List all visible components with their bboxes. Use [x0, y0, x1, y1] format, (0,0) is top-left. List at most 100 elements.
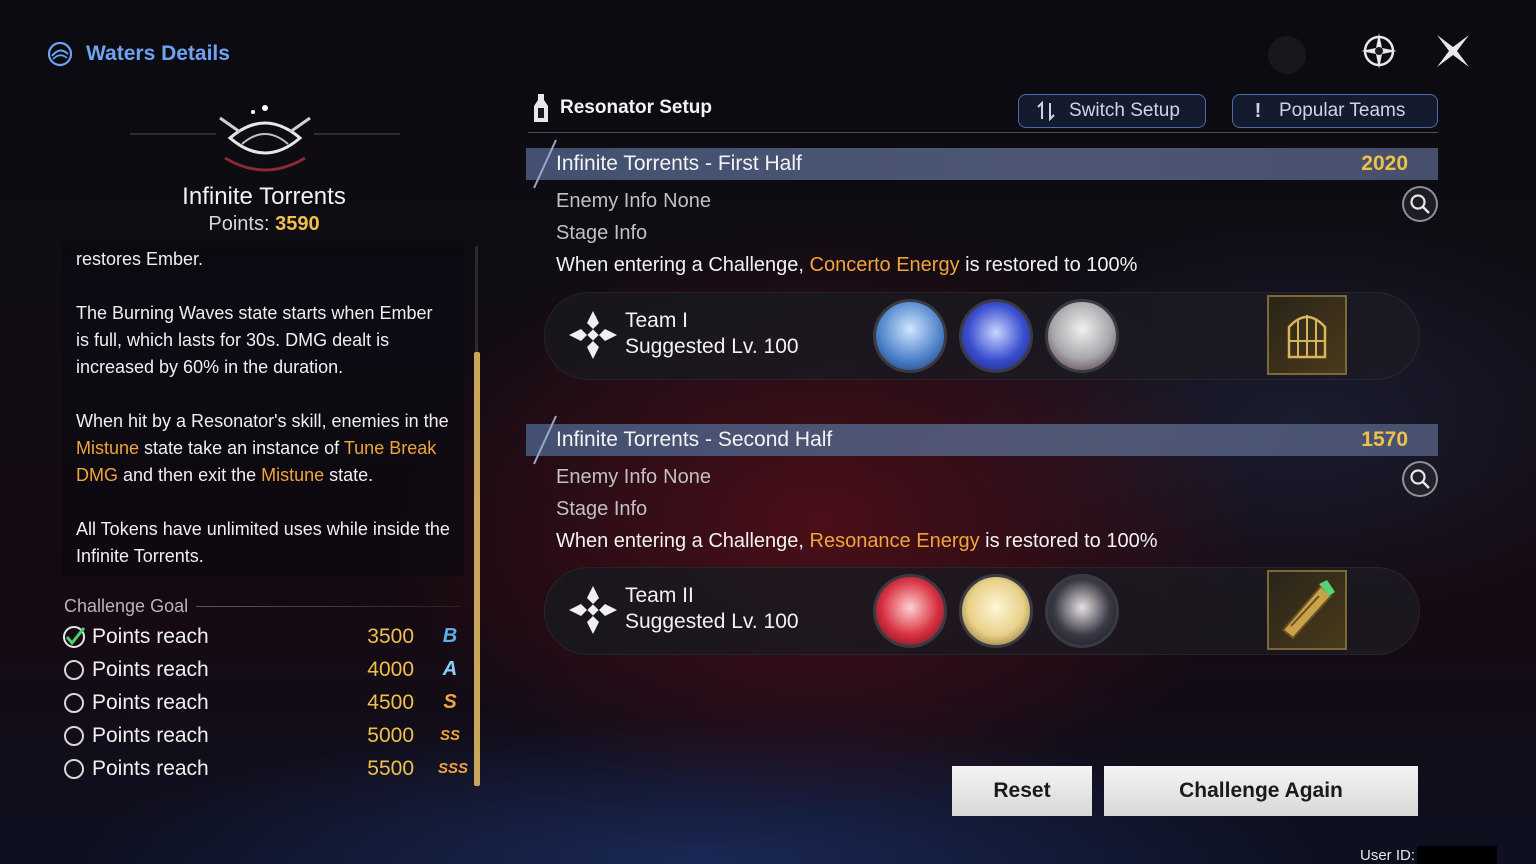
- popular-teams-button[interactable]: ! Popular Teams: [1232, 94, 1438, 128]
- stage-info-label: Stage Info: [556, 498, 648, 520]
- challenge-goal-list: Points reach 3500 B Points reach 4000 A Points…: [62, 620, 469, 785]
- resonator-setup-title: Resonator Setup: [560, 97, 713, 118]
- enemy-info: Enemy Info None: [556, 190, 711, 212]
- goal-row: Points reach 4000 A: [62, 653, 462, 686]
- user-id-mask: [1417, 846, 1498, 864]
- goal-value: 3500: [367, 624, 414, 648]
- resonator-avatar[interactable]: [959, 299, 1033, 373]
- second-half-bar: Infinite Torrents - Second Half 1570: [526, 415, 1438, 465]
- goal-value: 5500: [367, 756, 414, 780]
- resonator-icon: [534, 94, 548, 122]
- half-score: 2020: [1361, 152, 1408, 175]
- circle-icon: [64, 725, 84, 746]
- stage-condition: When entering a Challenge, Concerto Ener…: [556, 254, 1138, 276]
- half-name: Infinite Torrents - Second Half: [556, 428, 833, 451]
- page-header: Waters Details: [46, 40, 230, 68]
- first-half-bar: Infinite Torrents - First Half 2020: [526, 139, 1438, 189]
- goal-value: 5000: [367, 723, 414, 747]
- user-id: User ID:: [1360, 846, 1498, 864]
- faded-ornament: [1268, 36, 1306, 74]
- search-icon: [1410, 469, 1430, 489]
- circle-icon: [64, 659, 84, 680]
- compass-icon: [1361, 33, 1397, 69]
- points-label: Points:: [208, 213, 270, 235]
- switch-setup-label: Switch Setup: [1069, 100, 1180, 121]
- echo-item[interactable]: [1267, 570, 1347, 650]
- scrollbar-thumb[interactable]: [474, 352, 480, 786]
- divider: [196, 606, 460, 607]
- circle-icon: [64, 758, 84, 779]
- close-button[interactable]: [1430, 28, 1476, 74]
- enemy-info: Enemy Info None: [556, 466, 711, 488]
- team-card-1[interactable]: Team I Suggested Lv. 100: [544, 292, 1420, 380]
- half-name: Infinite Torrents - First Half: [556, 152, 802, 175]
- goal-label: Points reach: [92, 624, 209, 648]
- tower-points: Points: 3590: [64, 213, 464, 236]
- goal-value: 4000: [367, 657, 414, 681]
- rank-badge: SSS: [438, 760, 469, 777]
- enemy-info-search-button[interactable]: [1402, 461, 1438, 497]
- team-card-2[interactable]: Team II Suggested Lv. 100: [544, 567, 1420, 655]
- check-icon: [63, 625, 86, 648]
- team-name: Team II: [625, 584, 694, 607]
- description-panel[interactable]: restores Ember. The Burning Waves state …: [62, 242, 464, 576]
- goal-row: Points reach 4500 S: [62, 686, 462, 719]
- enemy-info-search-button[interactable]: [1402, 186, 1438, 222]
- reset-button[interactable]: Reset: [952, 766, 1092, 816]
- alert-icon: !: [1254, 99, 1262, 122]
- close-icon: [1437, 35, 1469, 67]
- points-value: 3590: [275, 213, 320, 235]
- scroll-item-icon: [1281, 580, 1335, 640]
- stage-info-label: Stage Info: [556, 222, 648, 244]
- goal-row: Points reach 5000 SS: [62, 719, 462, 752]
- circle-icon: [64, 692, 84, 713]
- compass-button[interactable]: [1356, 28, 1402, 74]
- rank-badge: SS: [439, 727, 460, 744]
- resonator-avatar[interactable]: [873, 574, 947, 648]
- decorative-slash: [533, 415, 557, 465]
- goal-label: Points reach: [92, 657, 209, 681]
- challenge-goal-title: Challenge Goal: [64, 596, 189, 616]
- goal-label: Points reach: [92, 690, 209, 714]
- description-text: The Burning Waves state starts when Embe…: [76, 303, 433, 377]
- tower-emblem: [130, 105, 400, 172]
- decorative-slash: [533, 139, 557, 189]
- description-text: restores Ember.: [76, 249, 204, 269]
- team-icon: [569, 586, 617, 634]
- team-name: Team I: [625, 309, 689, 332]
- switch-setup-button[interactable]: Switch Setup: [1018, 94, 1206, 128]
- description-text: When hit by a Resonator's skill, enemies…: [76, 411, 449, 485]
- goal-label: Points reach: [92, 756, 209, 780]
- challenge-again-button[interactable]: Challenge Again: [1104, 766, 1418, 816]
- team-icon: [569, 311, 617, 359]
- resonator-avatar[interactable]: [1045, 574, 1119, 648]
- echo-item[interactable]: [1267, 295, 1347, 375]
- top-actions: [1356, 28, 1476, 74]
- resonator-avatar[interactable]: [873, 299, 947, 373]
- goal-row: Points reach 5500 SSS: [62, 752, 469, 785]
- resonator-avatar[interactable]: [959, 574, 1033, 648]
- rank-badge: S: [443, 691, 457, 713]
- switch-icon: [1037, 101, 1055, 121]
- goal-label: Points reach: [92, 723, 209, 747]
- tower-icon: [47, 41, 73, 67]
- page-title: Waters Details: [86, 42, 230, 65]
- divider: [528, 132, 1438, 133]
- rank-badge: B: [442, 625, 458, 647]
- half-score: 1570: [1361, 428, 1408, 451]
- search-icon: [1410, 194, 1430, 214]
- resonator-setup-header: Resonator Setup: [530, 92, 712, 124]
- challenge-goal-header: Challenge Goal: [64, 596, 460, 617]
- resonator-avatar[interactable]: [1045, 299, 1119, 373]
- cage-icon: [1287, 315, 1327, 359]
- goal-row: Points reach 3500 B: [62, 620, 462, 653]
- user-id-label: User ID:: [1360, 846, 1416, 864]
- rank-badge: A: [442, 658, 458, 680]
- description-text: All Tokens have unlimited uses while ins…: [76, 519, 450, 566]
- popular-teams-label: Popular Teams: [1279, 100, 1406, 121]
- team-level: Suggested Lv. 100: [625, 610, 799, 633]
- team-level: Suggested Lv. 100: [625, 335, 799, 358]
- stage-condition: When entering a Challenge, Resonance Ene…: [556, 530, 1158, 552]
- goal-value: 4500: [367, 690, 414, 714]
- tower-name: Infinite Torrents: [182, 183, 346, 210]
